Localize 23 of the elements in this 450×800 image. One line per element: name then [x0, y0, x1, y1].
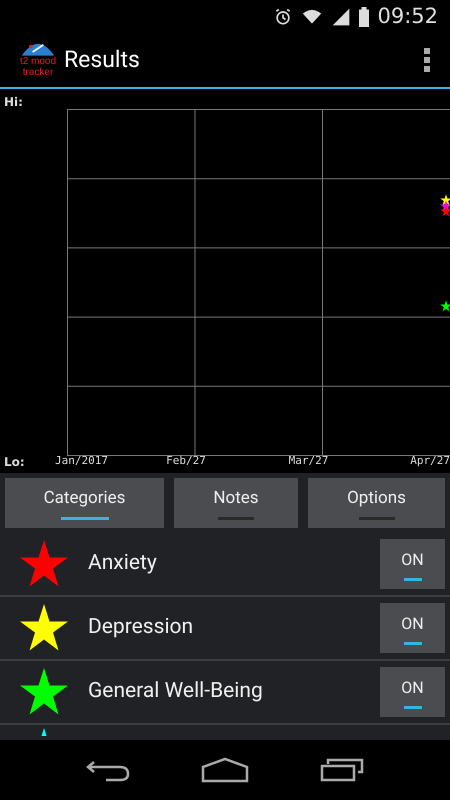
- hi-label: Hi:: [4, 94, 23, 111]
- clock-time: 09:52: [377, 2, 438, 30]
- lo-label: Lo:: [4, 454, 25, 471]
- toggle-button[interactable]: ON: [380, 667, 445, 717]
- category-name: Depression: [88, 614, 194, 642]
- home-button[interactable]: [200, 757, 249, 783]
- axis-label: Feb/27: [165, 453, 207, 469]
- category-name: Anxiety: [88, 550, 157, 578]
- screen-title: Results: [64, 44, 140, 75]
- category-name: General Well-Being: [88, 678, 263, 706]
- signal-icon: [331, 6, 352, 26]
- axis-label: Jan/2017: [55, 453, 109, 469]
- battery-icon: [359, 6, 370, 26]
- back-button[interactable]: [86, 758, 130, 782]
- axis-label: Mar/27: [288, 453, 330, 469]
- axis-label: Apr/27: [409, 453, 450, 469]
- tab[interactable]: Notes: [174, 478, 298, 528]
- tab[interactable]: Categories: [5, 478, 164, 528]
- toggle-button[interactable]: ON: [380, 603, 445, 653]
- app-logo: t2 mood tracker: [16, 39, 60, 81]
- tab[interactable]: Options: [308, 478, 445, 528]
- recent-apps-button[interactable]: [320, 758, 364, 782]
- toggle-button[interactable]: ON: [380, 539, 445, 589]
